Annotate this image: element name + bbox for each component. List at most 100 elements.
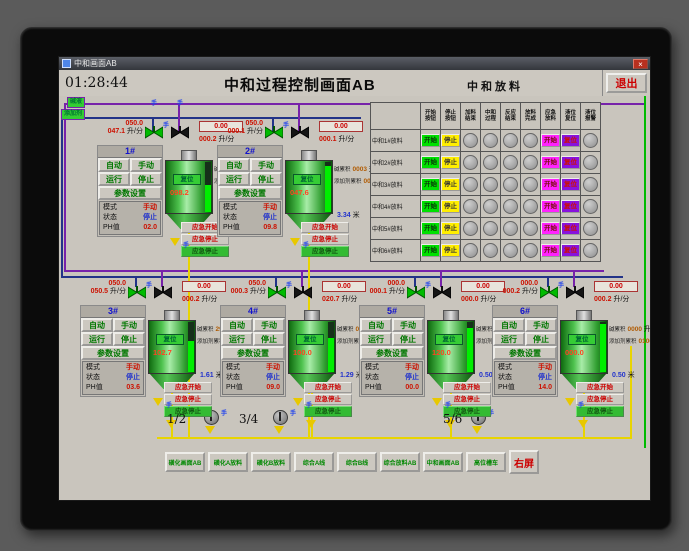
emergency-start-button[interactable]: 应急开始 bbox=[443, 382, 491, 393]
close-icon[interactable]: × bbox=[633, 58, 648, 69]
nav-button[interactable]: 高位槽车 bbox=[466, 452, 506, 472]
auto-button[interactable]: 自动 bbox=[81, 318, 113, 332]
run-button[interactable]: 运行 bbox=[98, 172, 130, 186]
manual-button[interactable]: 手动 bbox=[392, 318, 424, 332]
window-titlebar[interactable]: 中和画面AB × bbox=[59, 57, 650, 70]
params-button[interactable]: 参数设置 bbox=[81, 346, 145, 360]
valve-closed-icon[interactable] bbox=[565, 286, 585, 299]
start-button[interactable]: 开始 bbox=[421, 244, 440, 257]
emergency-start-button[interactable]: 应急开始 bbox=[304, 382, 352, 393]
nav-button[interactable]: 磺化B放料 bbox=[251, 452, 291, 472]
emergency-start-button[interactable]: 应急开始 bbox=[576, 382, 624, 393]
stop-button[interactable]: 停止 bbox=[441, 134, 460, 147]
auto-button[interactable]: 自动 bbox=[493, 318, 525, 332]
right-screen-button[interactable]: 右屏 bbox=[509, 450, 539, 474]
params-button[interactable]: 参数设置 bbox=[98, 186, 162, 200]
table-header: 应急 放料 bbox=[541, 103, 561, 130]
run-button[interactable]: 运行 bbox=[493, 332, 525, 346]
emergency-feed-button[interactable]: 开始 bbox=[541, 244, 560, 257]
start-button[interactable]: 开始 bbox=[421, 156, 440, 169]
auto-button[interactable]: 自动 bbox=[98, 158, 130, 172]
valve-closed-icon[interactable] bbox=[293, 286, 313, 299]
stop-button[interactable]: 停止 bbox=[250, 172, 282, 186]
emergency-feed-button[interactable]: 开始 bbox=[541, 134, 560, 147]
stop-button[interactable]: 停止 bbox=[130, 172, 162, 186]
tank-state-tag[interactable]: 复位 bbox=[293, 174, 321, 185]
start-button[interactable]: 开始 bbox=[421, 222, 440, 235]
level-reset-button[interactable]: 复位 bbox=[561, 156, 580, 169]
stop-button[interactable]: 停止 bbox=[392, 332, 424, 346]
params-button[interactable]: 参数设置 bbox=[218, 186, 282, 200]
run-button[interactable]: 运行 bbox=[221, 332, 253, 346]
run-button[interactable]: 运行 bbox=[360, 332, 392, 346]
flow-actual: 000.1 bbox=[369, 288, 388, 296]
emergency-feed-button[interactable]: 开始 bbox=[541, 200, 560, 213]
run-button[interactable]: 运行 bbox=[81, 332, 113, 346]
start-button[interactable]: 开始 bbox=[421, 178, 440, 191]
valve-open-icon[interactable] bbox=[539, 286, 559, 299]
flow-unit: 升/分 bbox=[389, 288, 405, 296]
tank-state-tag[interactable]: 复位 bbox=[156, 334, 184, 345]
manual-button[interactable]: 手动 bbox=[253, 318, 285, 332]
valve-open-icon[interactable] bbox=[267, 286, 287, 299]
stop-button[interactable]: 停止 bbox=[441, 178, 460, 191]
stop-button[interactable]: 停止 bbox=[441, 156, 460, 169]
stop-button[interactable]: 停止 bbox=[113, 332, 145, 346]
nav-button[interactable]: 综合放料AB bbox=[380, 452, 420, 472]
stop-button[interactable]: 停止 bbox=[441, 200, 460, 213]
level-reset-button[interactable]: 复位 bbox=[561, 200, 580, 213]
level-reset-button[interactable]: 复位 bbox=[561, 222, 580, 235]
nav-button[interactable]: 中和画面AB bbox=[423, 452, 463, 472]
params-button[interactable]: 参数设置 bbox=[221, 346, 285, 360]
manual-tag: 手 bbox=[306, 403, 313, 409]
level-reset-button[interactable]: 复位 bbox=[561, 134, 580, 147]
valve-open-icon[interactable] bbox=[144, 126, 164, 139]
tank-state-tag[interactable]: 复位 bbox=[435, 334, 463, 345]
emergency-feed-button[interactable]: 开始 bbox=[541, 222, 560, 235]
stop-button[interactable]: 停止 bbox=[525, 332, 557, 346]
inflow-readout: 050.0 000.1 升/分 bbox=[217, 120, 263, 137]
emergency-feed-button[interactable]: 开始 bbox=[541, 156, 560, 169]
emergency-start-button[interactable]: 应急开始 bbox=[301, 222, 349, 233]
nav-button[interactable]: 磺化A放料 bbox=[208, 452, 248, 472]
table-header: 液位 报警 bbox=[581, 103, 601, 130]
run-button[interactable]: 运行 bbox=[218, 172, 250, 186]
valve-closed-icon[interactable] bbox=[290, 126, 310, 139]
auto-button[interactable]: 自动 bbox=[218, 158, 250, 172]
stop-button[interactable]: 停止 bbox=[441, 244, 460, 257]
auto-button[interactable]: 自动 bbox=[360, 318, 392, 332]
nav-button[interactable]: 综合A线 bbox=[294, 452, 334, 472]
auto-button[interactable]: 自动 bbox=[221, 318, 253, 332]
emergency-feed-button[interactable]: 开始 bbox=[541, 178, 560, 191]
valve-closed-icon[interactable] bbox=[153, 286, 173, 299]
stop-button[interactable]: 停止 bbox=[441, 222, 460, 235]
table-row-label: 中和3#放料 bbox=[371, 174, 421, 196]
valve-closed-icon[interactable] bbox=[170, 126, 190, 139]
stop-button[interactable]: 停止 bbox=[253, 332, 285, 346]
params-button[interactable]: 参数设置 bbox=[493, 346, 557, 360]
manual-button[interactable]: 手动 bbox=[130, 158, 162, 172]
params-button[interactable]: 参数设置 bbox=[360, 346, 424, 360]
nav-button[interactable]: 综合B线 bbox=[337, 452, 377, 472]
manual-button[interactable]: 手动 bbox=[525, 318, 557, 332]
tank-state-tag[interactable]: 复位 bbox=[568, 334, 596, 345]
valve-open-icon[interactable] bbox=[127, 286, 147, 299]
valve-open-icon[interactable] bbox=[406, 286, 426, 299]
level-reset-button[interactable]: 复位 bbox=[561, 178, 580, 191]
level-reset-button[interactable]: 复位 bbox=[561, 244, 580, 257]
start-button[interactable]: 开始 bbox=[421, 200, 440, 213]
nav-button[interactable]: 磺化画面AB bbox=[165, 452, 205, 472]
exit-button[interactable]: 退出 bbox=[606, 73, 647, 93]
valve-open-icon[interactable] bbox=[264, 126, 284, 139]
emergency-start-button[interactable]: 应急开始 bbox=[164, 382, 212, 393]
valve-closed-icon[interactable] bbox=[432, 286, 452, 299]
manual-button[interactable]: 手动 bbox=[113, 318, 145, 332]
manual-button[interactable]: 手动 bbox=[250, 158, 282, 172]
control-panel: 6# 自动 手动 运行 停止 参数设置 模式 手动 状态 停止 PH值 14.0 bbox=[492, 305, 558, 398]
clock: 01:28:44 bbox=[65, 75, 128, 91]
tank-id: 5# bbox=[360, 306, 424, 318]
tank-state-tag[interactable]: 复位 bbox=[296, 334, 324, 345]
start-button[interactable]: 开始 bbox=[421, 134, 440, 147]
manual-tag: 手 bbox=[445, 403, 452, 409]
tank-state-tag[interactable]: 复位 bbox=[173, 174, 201, 185]
